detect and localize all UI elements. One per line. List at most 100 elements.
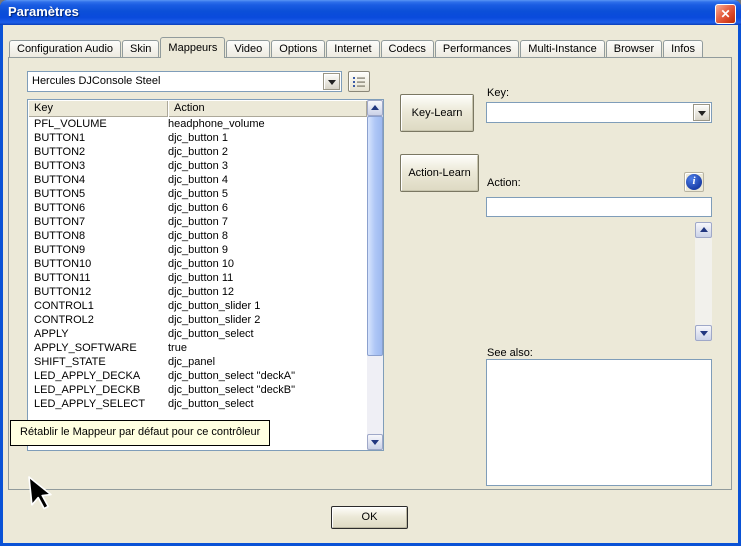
tab-mappeurs[interactable]: Mappeurs — [160, 37, 225, 58]
mapper-row[interactable]: BUTTON5djc_button 5 — [28, 187, 367, 201]
mapper-key-cell: CONTROL1 — [28, 299, 168, 313]
mapper-list-options-button[interactable] — [348, 71, 370, 92]
mapper-key-cell: BUTTON12 — [28, 285, 168, 299]
mapper-action-cell: djc_button 4 — [168, 173, 367, 187]
mapper-key-cell: BUTTON7 — [28, 215, 168, 229]
arrow-down-icon — [700, 331, 708, 336]
mapper-action-cell: djc_button 6 — [168, 201, 367, 215]
mapper-row[interactable]: BUTTON4djc_button 4 — [28, 173, 367, 187]
title-bar[interactable]: Paramètres ✕ — [0, 0, 741, 25]
scroll-up-button[interactable] — [367, 100, 383, 116]
key-select-dropdown-button[interactable] — [693, 104, 710, 121]
mapper-row[interactable]: APPLYdjc_button_select — [28, 327, 367, 341]
mapper-row[interactable]: LED_APPLY_DECKBdjc_button_select "deckB" — [28, 383, 367, 397]
ok-button[interactable]: OK — [331, 506, 408, 529]
mapper-row[interactable]: APPLY_SOFTWAREtrue — [28, 341, 367, 355]
controller-select[interactable]: Hercules DJConsole Steel — [27, 71, 342, 92]
mapping-list-scrollbar[interactable] — [367, 100, 383, 450]
key-select[interactable] — [486, 102, 712, 123]
action-input[interactable] — [486, 197, 712, 217]
window-title: Paramètres — [8, 4, 79, 19]
key-label: Key: — [487, 87, 509, 99]
arrow-down-icon — [371, 440, 379, 445]
mapper-row[interactable]: BUTTON3djc_button 3 — [28, 159, 367, 173]
tab-skin[interactable]: Skin — [122, 40, 159, 57]
mapper-rows: PFL_VOLUMEheadphone_volumeBUTTON1djc_but… — [28, 117, 367, 450]
mapper-key-cell: LED_APPLY_DECKA — [28, 369, 168, 383]
mapper-key-cell: BUTTON11 — [28, 271, 168, 285]
scroll-down-button[interactable] — [367, 434, 383, 450]
mapper-row[interactable]: BUTTON11djc_button 11 — [28, 271, 367, 285]
close-button[interactable]: ✕ — [715, 4, 736, 24]
parametres-dialog: Paramètres ✕ Configuration AudioSkinMapp… — [0, 0, 741, 546]
mapper-action-cell: djc_button 1 — [168, 131, 367, 145]
mapper-action-cell: djc_button 7 — [168, 215, 367, 229]
mapper-key-cell: BUTTON2 — [28, 145, 168, 159]
tab-internet[interactable]: Internet — [326, 40, 379, 57]
see-also-list[interactable] — [486, 359, 712, 486]
column-header-action[interactable]: Action — [168, 100, 367, 117]
mapper-row[interactable]: BUTTON7djc_button 7 — [28, 215, 367, 229]
action-list-scrollbar[interactable] — [695, 222, 712, 341]
arrow-up-icon — [700, 227, 708, 232]
chevron-down-icon — [328, 80, 336, 85]
mapper-row[interactable]: BUTTON8djc_button 8 — [28, 229, 367, 243]
arrow-up-icon — [371, 105, 379, 110]
key-learn-button[interactable]: Key-Learn — [400, 94, 474, 132]
mapper-row[interactable]: BUTTON1djc_button 1 — [28, 131, 367, 145]
mapper-action-cell: djc_button_select "deckA" — [168, 369, 367, 383]
tab-options[interactable]: Options — [271, 40, 325, 57]
tab-configuration-audio[interactable]: Configuration Audio — [9, 40, 121, 57]
tab-infos[interactable]: Infos — [663, 40, 703, 57]
mapper-row[interactable]: BUTTON6djc_button 6 — [28, 201, 367, 215]
mapper-row[interactable]: LED_APPLY_DECKAdjc_button_select "deckA" — [28, 369, 367, 383]
mapper-action-cell: true — [168, 341, 367, 355]
mapper-row[interactable]: PFL_VOLUMEheadphone_volume — [28, 117, 367, 131]
mapper-key-cell: SHIFT_STATE — [28, 355, 168, 369]
mapper-action-cell: djc_button 9 — [168, 243, 367, 257]
mapper-action-cell: djc_button 3 — [168, 159, 367, 173]
mapper-action-cell: djc_button_slider 2 — [168, 313, 367, 327]
mapper-row[interactable]: SHIFT_STATEdjc_panel — [28, 355, 367, 369]
mapper-action-cell: djc_panel — [168, 355, 367, 369]
mapper-row[interactable]: BUTTON2djc_button 2 — [28, 145, 367, 159]
tab-codecs[interactable]: Codecs — [381, 40, 434, 57]
mapper-action-cell: djc_button 11 — [168, 271, 367, 285]
mapper-action-cell: djc_button_slider 1 — [168, 299, 367, 313]
mapper-key-cell: BUTTON5 — [28, 187, 168, 201]
tab-multi-instance[interactable]: Multi-Instance — [520, 40, 604, 57]
mapper-row[interactable]: LED_APPLY_SELECTdjc_button_select — [28, 397, 367, 411]
column-header-key[interactable]: Key — [28, 100, 168, 117]
dialog-client-area: Configuration AudioSkinMappeursVideoOpti… — [3, 25, 738, 543]
scroll-down-button[interactable] — [695, 325, 712, 341]
close-icon: ✕ — [720, 7, 730, 21]
tab-strip: Configuration AudioSkinMappeursVideoOpti… — [9, 37, 704, 57]
info-icon: i — [686, 174, 702, 190]
mapper-key-cell: BUTTON10 — [28, 257, 168, 271]
mapper-row[interactable]: CONTROL1djc_button_slider 1 — [28, 299, 367, 313]
mapper-row[interactable]: BUTTON12djc_button 12 — [28, 285, 367, 299]
tab-video[interactable]: Video — [226, 40, 270, 57]
tab-performances[interactable]: Performances — [435, 40, 519, 57]
action-info-button[interactable]: i — [684, 172, 704, 192]
mapper-row[interactable]: BUTTON10djc_button 10 — [28, 257, 367, 271]
mapper-key-cell: CONTROL2 — [28, 313, 168, 327]
mapper-row[interactable]: BUTTON9djc_button 9 — [28, 243, 367, 257]
tooltip: Rétablir le Mappeur par défaut pour ce c… — [10, 420, 270, 446]
mapper-row[interactable]: CONTROL2djc_button_slider 2 — [28, 313, 367, 327]
mapper-key-cell: BUTTON1 — [28, 131, 168, 145]
controller-select-dropdown-button[interactable] — [323, 73, 340, 90]
tab-browser[interactable]: Browser — [606, 40, 662, 57]
mapper-key-cell: BUTTON6 — [28, 201, 168, 215]
mapping-list-header: Key Action — [28, 100, 367, 117]
mapper-action-cell: djc_button 2 — [168, 145, 367, 159]
action-learn-button[interactable]: Action-Learn — [400, 154, 479, 192]
scrollbar-thumb[interactable] — [367, 116, 383, 356]
mapper-action-cell: djc_button_select "deckB" — [168, 383, 367, 397]
mapper-action-cell: djc_button_select — [168, 327, 367, 341]
mapper-key-cell: LED_APPLY_DECKB — [28, 383, 168, 397]
action-label: Action: — [487, 177, 521, 189]
see-also-label: See also: — [487, 347, 533, 359]
scroll-up-button[interactable] — [695, 222, 712, 238]
mapper-key-cell: BUTTON3 — [28, 159, 168, 173]
